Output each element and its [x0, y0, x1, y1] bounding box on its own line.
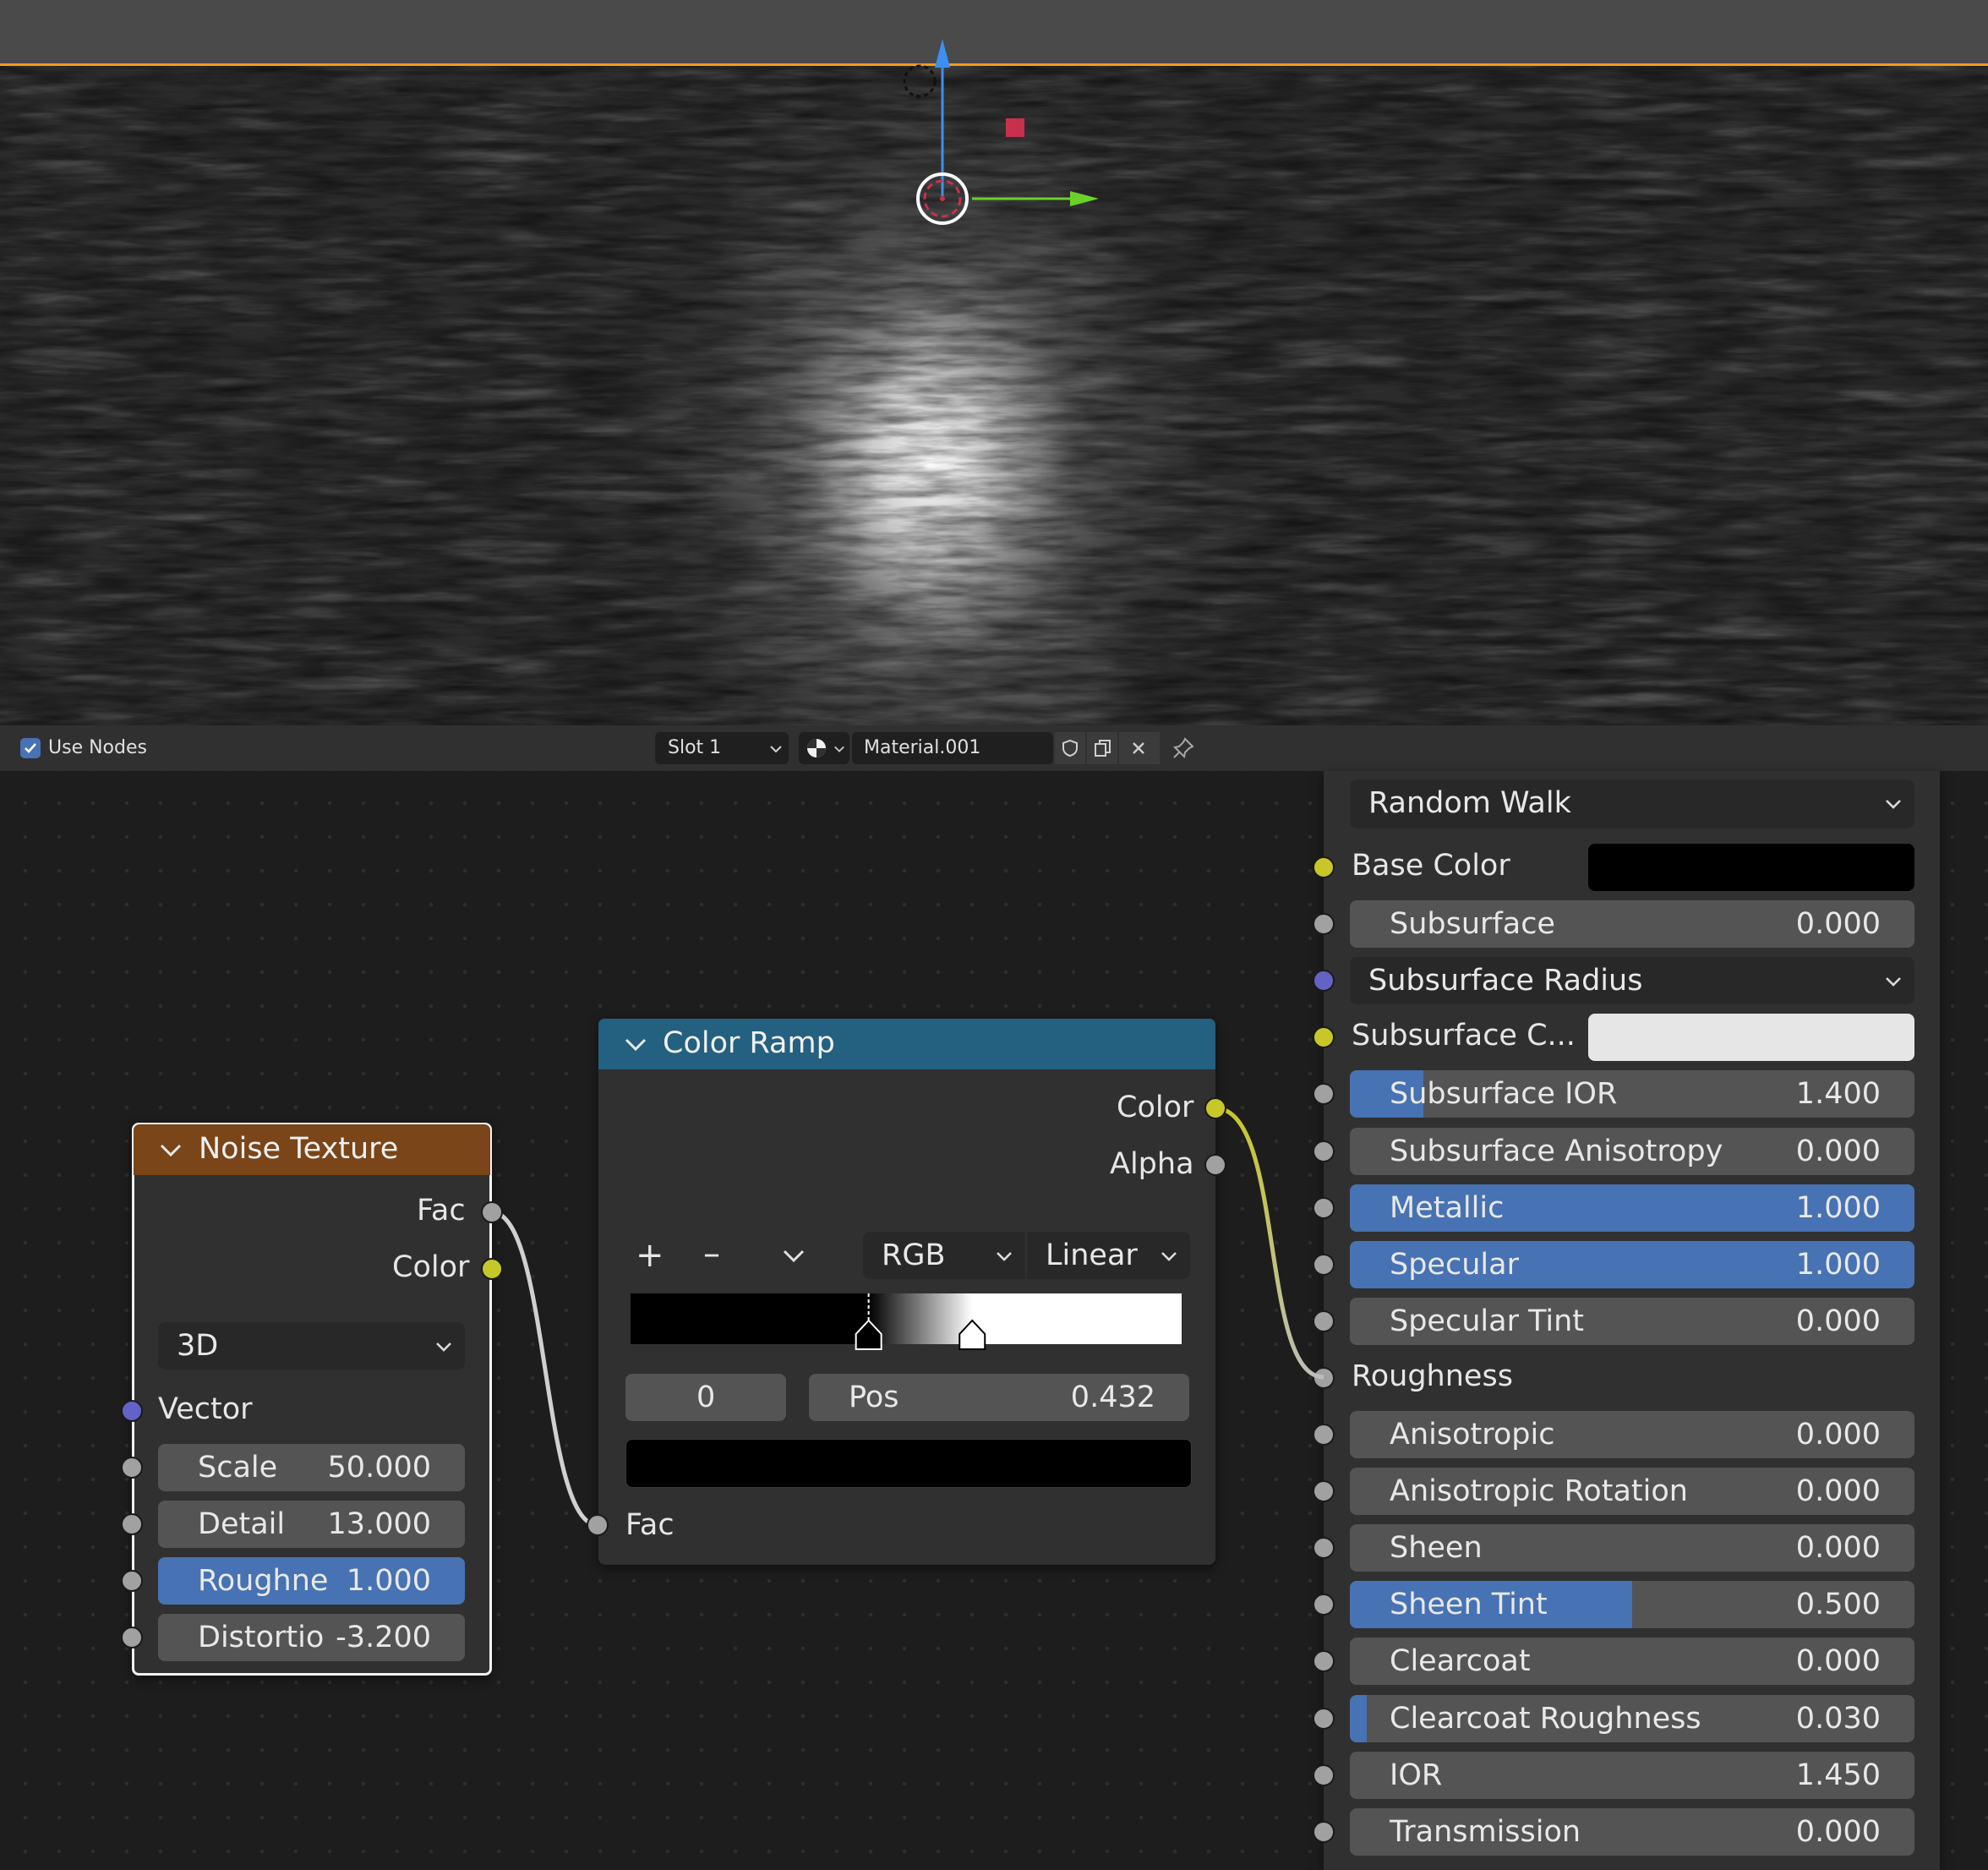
link-color-to-roughness [1215, 1106, 1324, 1380]
node-links [491, 1106, 1324, 1528]
noise-fac-output-socket[interactable] [481, 1201, 503, 1223]
ramp-color-output-socket[interactable] [1204, 1097, 1226, 1119]
ramp-fac-input-socket[interactable] [587, 1514, 609, 1536]
link-fac-to-fac [491, 1210, 598, 1528]
ramp-alpha-output-socket[interactable] [1204, 1154, 1226, 1176]
noise-vector-input-socket[interactable] [121, 1400, 143, 1422]
noise-color-output-socket[interactable] [481, 1258, 503, 1280]
